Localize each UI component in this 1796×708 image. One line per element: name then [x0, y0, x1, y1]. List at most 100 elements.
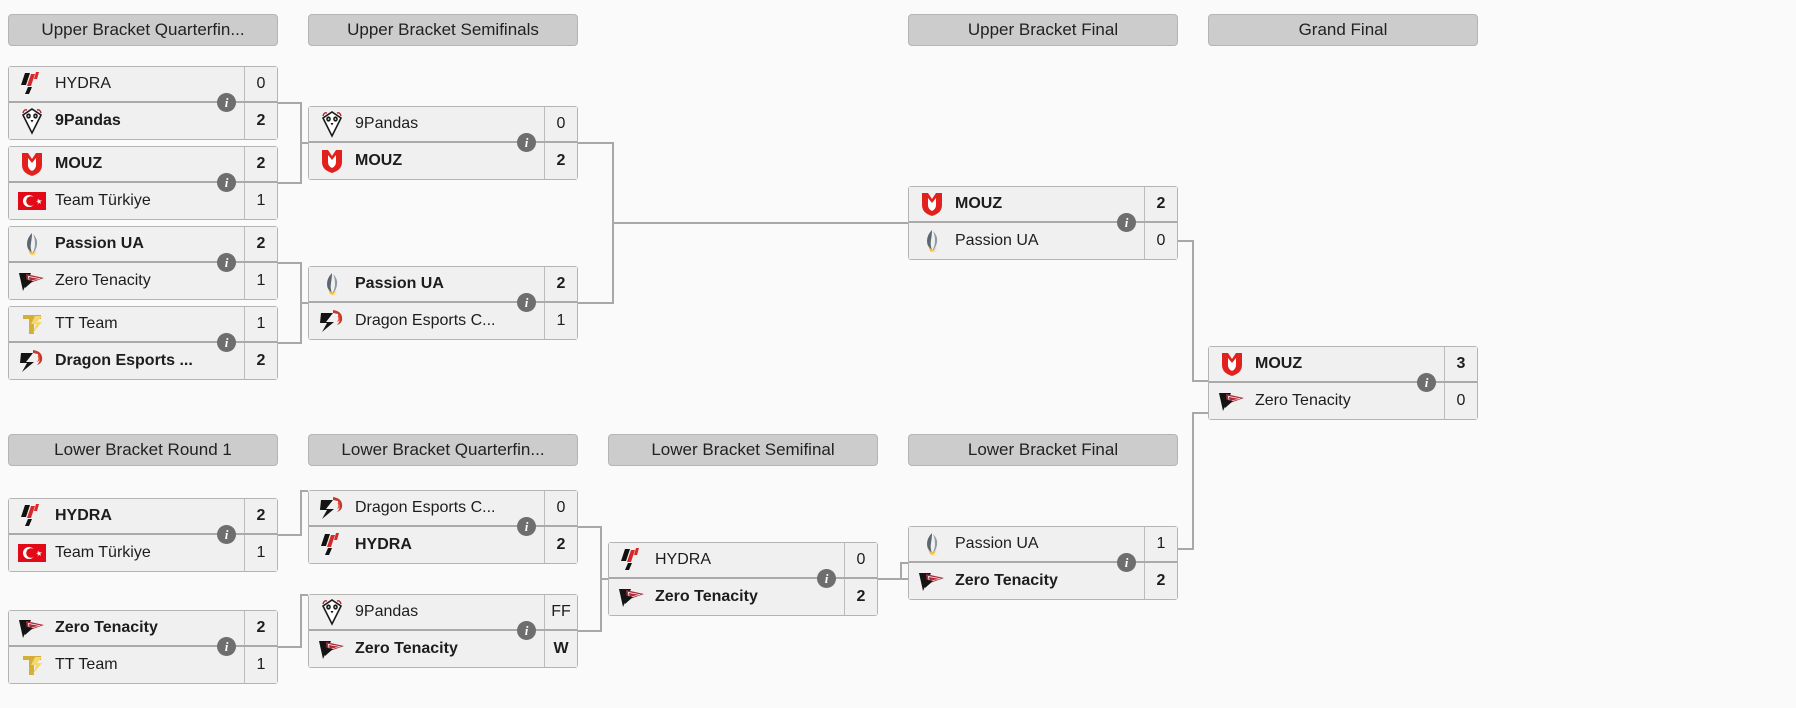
team-name: HYDRA	[655, 551, 712, 568]
match-gf-1[interactable]: MOUZ 3 Zero Tenacity 0 i	[1208, 346, 1478, 420]
match-row[interactable]: Passion UA 0	[909, 223, 1177, 259]
match-lbqf-2[interactable]: 9Pandas FF Zero Tenacity Wi	[308, 594, 578, 668]
round-header-grand-final[interactable]: Grand Final	[1208, 14, 1478, 46]
match-info-icon[interactable]: i	[1117, 213, 1136, 232]
match-row[interactable]: MOUZ 2	[309, 143, 577, 179]
team-score: 2	[244, 103, 277, 139]
team-name: HYDRA	[55, 75, 112, 92]
match-row[interactable]: HYDRA 2	[9, 499, 277, 535]
match-ubf-1[interactable]: MOUZ 2 Passion UA 0 i	[908, 186, 1178, 260]
passionua-logo	[309, 267, 355, 301]
match-row[interactable]: HYDRA 2	[309, 527, 577, 563]
match-row[interactable]: Team Türkiye 1	[9, 535, 277, 571]
bracket-connector	[278, 342, 302, 344]
match-row[interactable]: Dragon Esports C... 1	[309, 303, 577, 339]
bracket-connector	[1192, 380, 1208, 382]
match-row[interactable]: Passion UA 1	[909, 527, 1177, 563]
match-row[interactable]: 9Pandas FF	[309, 595, 577, 631]
9pandas-logo	[9, 104, 55, 138]
match-info-icon[interactable]: i	[1117, 553, 1136, 572]
match-info-icon[interactable]: i	[517, 517, 536, 536]
bracket-connector	[300, 594, 302, 646]
team-name: Passion UA	[55, 235, 144, 252]
bracket-connector	[300, 142, 308, 144]
team-name: Zero Tenacity	[955, 572, 1058, 589]
round-header-ub-final[interactable]: Upper Bracket Final	[908, 14, 1178, 46]
team-score: 1	[244, 263, 277, 299]
round-header-lb-quarterfinals[interactable]: Lower Bracket Quarterfin...	[308, 434, 578, 466]
match-row[interactable]: HYDRA 0	[609, 543, 877, 579]
match-row[interactable]: 9Pandas 0	[309, 107, 577, 143]
9pandas-logo	[309, 107, 355, 141]
team-score: 1	[244, 307, 277, 341]
match-lbf-1[interactable]: Passion UA 1 Zero Tenacity 2 i	[908, 526, 1178, 600]
match-ubsf-2[interactable]: Passion UA 2 Dragon Esports C... 1 i	[308, 266, 578, 340]
match-lbr1-1[interactable]: HYDRA 2 Team Türkiye 1 i	[8, 498, 278, 572]
match-ubqf-2[interactable]: MOUZ 2 Team Türkiye 1 i	[8, 146, 278, 220]
zerotenacity-logo	[9, 611, 55, 645]
match-ubqf-3[interactable]: Passion UA 2 Zero Tenacity 1 i	[8, 226, 278, 300]
match-info-icon[interactable]: i	[817, 569, 836, 588]
match-ubqf-1[interactable]: HYDRA 0 9Pandas 2 i	[8, 66, 278, 140]
team-name: Zero Tenacity	[55, 272, 151, 289]
team-score: 2	[544, 267, 577, 301]
match-row[interactable]: Passion UA 2	[9, 227, 277, 263]
match-info-icon[interactable]: i	[517, 133, 536, 152]
match-row[interactable]: TT Team 1	[9, 647, 277, 683]
match-ubsf-1[interactable]: 9Pandas 0 MOUZ 2 i	[308, 106, 578, 180]
match-row[interactable]: Passion UA 2	[309, 267, 577, 303]
team-name: Dragon Esports C...	[355, 312, 496, 329]
round-header-lb-round-1[interactable]: Lower Bracket Round 1	[8, 434, 278, 466]
team-name: 9Pandas	[55, 112, 121, 129]
match-row[interactable]: Team Türkiye 1	[9, 183, 277, 219]
match-lbsf-1[interactable]: HYDRA 0 Zero Tenacity 2 i	[608, 542, 878, 616]
hydra-logo	[609, 543, 655, 577]
match-info-icon[interactable]: i	[517, 293, 536, 312]
team-score: FF	[544, 595, 577, 629]
match-row[interactable]: HYDRA 0	[9, 67, 277, 103]
match-ubqf-4[interactable]: TT Team 1 Dragon Esports ... 2 i	[8, 306, 278, 380]
match-row[interactable]: Zero Tenacity W	[309, 631, 577, 667]
team-score: 0	[844, 543, 877, 577]
bracket-connector	[278, 646, 302, 648]
team-name: MOUZ	[1255, 355, 1303, 372]
match-row[interactable]: 9Pandas 2	[9, 103, 277, 139]
match-info-icon[interactable]: i	[517, 621, 536, 640]
dragon-logo	[309, 491, 355, 525]
round-header-lb-final[interactable]: Lower Bracket Final	[908, 434, 1178, 466]
passionua-logo	[9, 227, 55, 261]
match-info-icon[interactable]: i	[217, 93, 236, 112]
round-header-ub-quarterfinals[interactable]: Upper Bracket Quarterfin...	[8, 14, 278, 46]
team-name: HYDRA	[355, 536, 412, 553]
match-info-icon[interactable]: i	[1417, 373, 1436, 392]
round-header-lb-semifinal[interactable]: Lower Bracket Semifinal	[608, 434, 878, 466]
team-name: TT Team	[55, 315, 118, 332]
match-row[interactable]: Dragon Esports ... 2	[9, 343, 277, 379]
match-row[interactable]: MOUZ 2	[909, 187, 1177, 223]
match-row[interactable]: MOUZ 2	[9, 147, 277, 183]
team-name: Zero Tenacity	[1255, 392, 1351, 409]
match-info-icon[interactable]: i	[217, 525, 236, 544]
bracket-connector	[278, 102, 302, 104]
round-header-ub-semifinals[interactable]: Upper Bracket Semifinals	[308, 14, 578, 46]
bracket-connector	[878, 578, 908, 580]
match-info-icon[interactable]: i	[217, 173, 236, 192]
match-row[interactable]: Zero Tenacity 2	[909, 563, 1177, 599]
match-info-icon[interactable]: i	[217, 253, 236, 272]
match-row[interactable]: Dragon Esports C... 0	[309, 491, 577, 527]
match-lbqf-1[interactable]: Dragon Esports C... 0 HYDRA 2 i	[308, 490, 578, 564]
match-row[interactable]: Zero Tenacity 2	[9, 611, 277, 647]
match-info-icon[interactable]: i	[217, 637, 236, 656]
team-name: Zero Tenacity	[55, 619, 158, 636]
match-lbr1-2[interactable]: Zero Tenacity 2 TT Team 1 i	[8, 610, 278, 684]
team-name: MOUZ	[955, 195, 1003, 212]
match-row[interactable]: Zero Tenacity 0	[1209, 383, 1477, 419]
match-row[interactable]: Zero Tenacity 2	[609, 579, 877, 615]
tournament-bracket: Upper Bracket Quarterfin... Upper Bracket…	[0, 0, 1796, 708]
bracket-connector	[900, 562, 908, 564]
match-row[interactable]: TT Team 1	[9, 307, 277, 343]
match-info-icon[interactable]: i	[217, 333, 236, 352]
match-row[interactable]: MOUZ 3	[1209, 347, 1477, 383]
team-score: 2	[544, 143, 577, 179]
match-row[interactable]: Zero Tenacity 1	[9, 263, 277, 299]
